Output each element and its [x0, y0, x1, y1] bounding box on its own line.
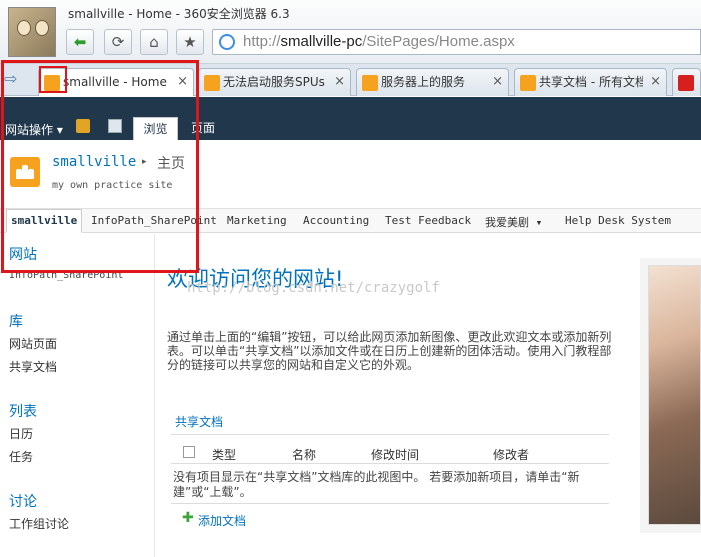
tab-server-services[interactable]: 服务器上的服务 ×: [356, 68, 509, 96]
refresh-button[interactable]: ⟳: [104, 29, 132, 55]
address-bar[interactable]: http://smallville-pc/SitePages/Home.aspx: [212, 29, 701, 55]
avatar-face-right: [35, 20, 49, 36]
quick-launch: 网站 InfoPath_SharePoint 库 网站页面 共享文档 列表 日历…: [0, 234, 155, 557]
select-all-checkbox[interactable]: [183, 446, 195, 458]
url-path: /SitePages/Home.aspx: [362, 33, 515, 50]
welcome-intro: 通过单击上面的“编辑”按钮，可以给此网页添加新图像、更改此欢迎文本或添加新列表。…: [167, 330, 612, 372]
web-part-divider: [171, 434, 609, 435]
avatar-face-left: [17, 20, 31, 36]
tab-label: 共享文档 - 所有文档: [539, 75, 643, 89]
topnav-item-marketing[interactable]: Marketing: [227, 214, 287, 227]
sharepoint-icon: [362, 75, 378, 91]
tab-partial[interactable]: [672, 68, 701, 96]
tab-label: 服务器上的服务: [381, 75, 466, 89]
user-avatar[interactable]: [8, 7, 56, 57]
url-host: smallville-pc: [280, 33, 363, 50]
address-url[interactable]: http://smallville-pc/SitePages/Home.aspx: [243, 33, 515, 50]
empty-library-message: 没有项目显示在“共享文档”文档库的此视图中。 若要添加新项目，请单击“新建”或“…: [173, 470, 580, 499]
add-document-link[interactable]: 添加文档: [198, 512, 246, 529]
add-icon[interactable]: ✚: [182, 510, 194, 526]
footer-divider: [171, 503, 609, 504]
close-icon[interactable]: ×: [492, 69, 503, 95]
shared-docs-web-part-title[interactable]: 共享文档: [175, 413, 223, 430]
welcome-photo: [648, 265, 701, 525]
home-button[interactable]: ⌂: [140, 29, 168, 55]
globe-icon: [219, 34, 235, 50]
leftnav-item-team-discussion[interactable]: 工作组讨论: [9, 515, 69, 532]
topnav-item-meiju[interactable]: 我爱美剧 ▾: [485, 214, 542, 230]
blog-watermark: http://blog.csdn.net/crazygolf: [187, 280, 440, 296]
browser-titlebar: smallville - Home - 360安全浏览器 6.3 ⬅ ⟳ ⌂ ★…: [0, 0, 701, 64]
star-icon: ★: [183, 33, 197, 51]
column-name[interactable]: 名称: [292, 446, 316, 463]
topnav-item-accounting[interactable]: Accounting: [303, 214, 369, 227]
close-icon[interactable]: ×: [650, 69, 661, 95]
header-divider: [171, 463, 609, 464]
sharepoint-icon: [204, 75, 220, 91]
leftnav-item-tasks[interactable]: 任务: [9, 448, 33, 465]
sharepoint-icon: [520, 75, 536, 91]
tab-spus-error[interactable]: 无法启动服务SPUs ×: [198, 68, 351, 96]
leftnav-item-shared-docs[interactable]: 共享文档: [9, 358, 57, 375]
column-modified[interactable]: 修改时间: [371, 446, 419, 463]
topnav-item-help-desk[interactable]: Help Desk System: [565, 214, 671, 227]
column-type[interactable]: 类型: [212, 446, 236, 463]
favorite-button[interactable]: ★: [176, 29, 204, 55]
window-title: smallville - Home - 360安全浏览器 6.3: [68, 7, 290, 21]
tab-shared-docs[interactable]: 共享文档 - 所有文档 ×: [514, 68, 667, 96]
topnav-item-test-feedback[interactable]: Test Feedback: [385, 214, 471, 227]
url-scheme: http://: [243, 33, 281, 50]
leftnav-libraries-heading[interactable]: 库: [9, 311, 23, 331]
leftnav-item-site-pages[interactable]: 网站页面: [9, 335, 57, 352]
leftnav-discussions-heading[interactable]: 讨论: [9, 491, 37, 511]
csdn-icon: [678, 75, 694, 91]
highlight-tab-icon: [39, 66, 67, 93]
back-button[interactable]: ⬅: [66, 29, 94, 55]
refresh-icon: ⟳: [111, 33, 125, 51]
close-icon[interactable]: ×: [334, 69, 345, 95]
leftnav-lists-heading[interactable]: 列表: [9, 401, 37, 421]
home-icon: ⌂: [149, 33, 159, 51]
tab-label: 无法启动服务SPUs: [223, 75, 325, 89]
column-modified-by[interactable]: 修改者: [493, 446, 529, 463]
highlight-box: [1, 60, 199, 273]
leftnav-item-calendar[interactable]: 日历: [9, 425, 33, 442]
back-arrow-icon: ⬅: [73, 33, 87, 51]
